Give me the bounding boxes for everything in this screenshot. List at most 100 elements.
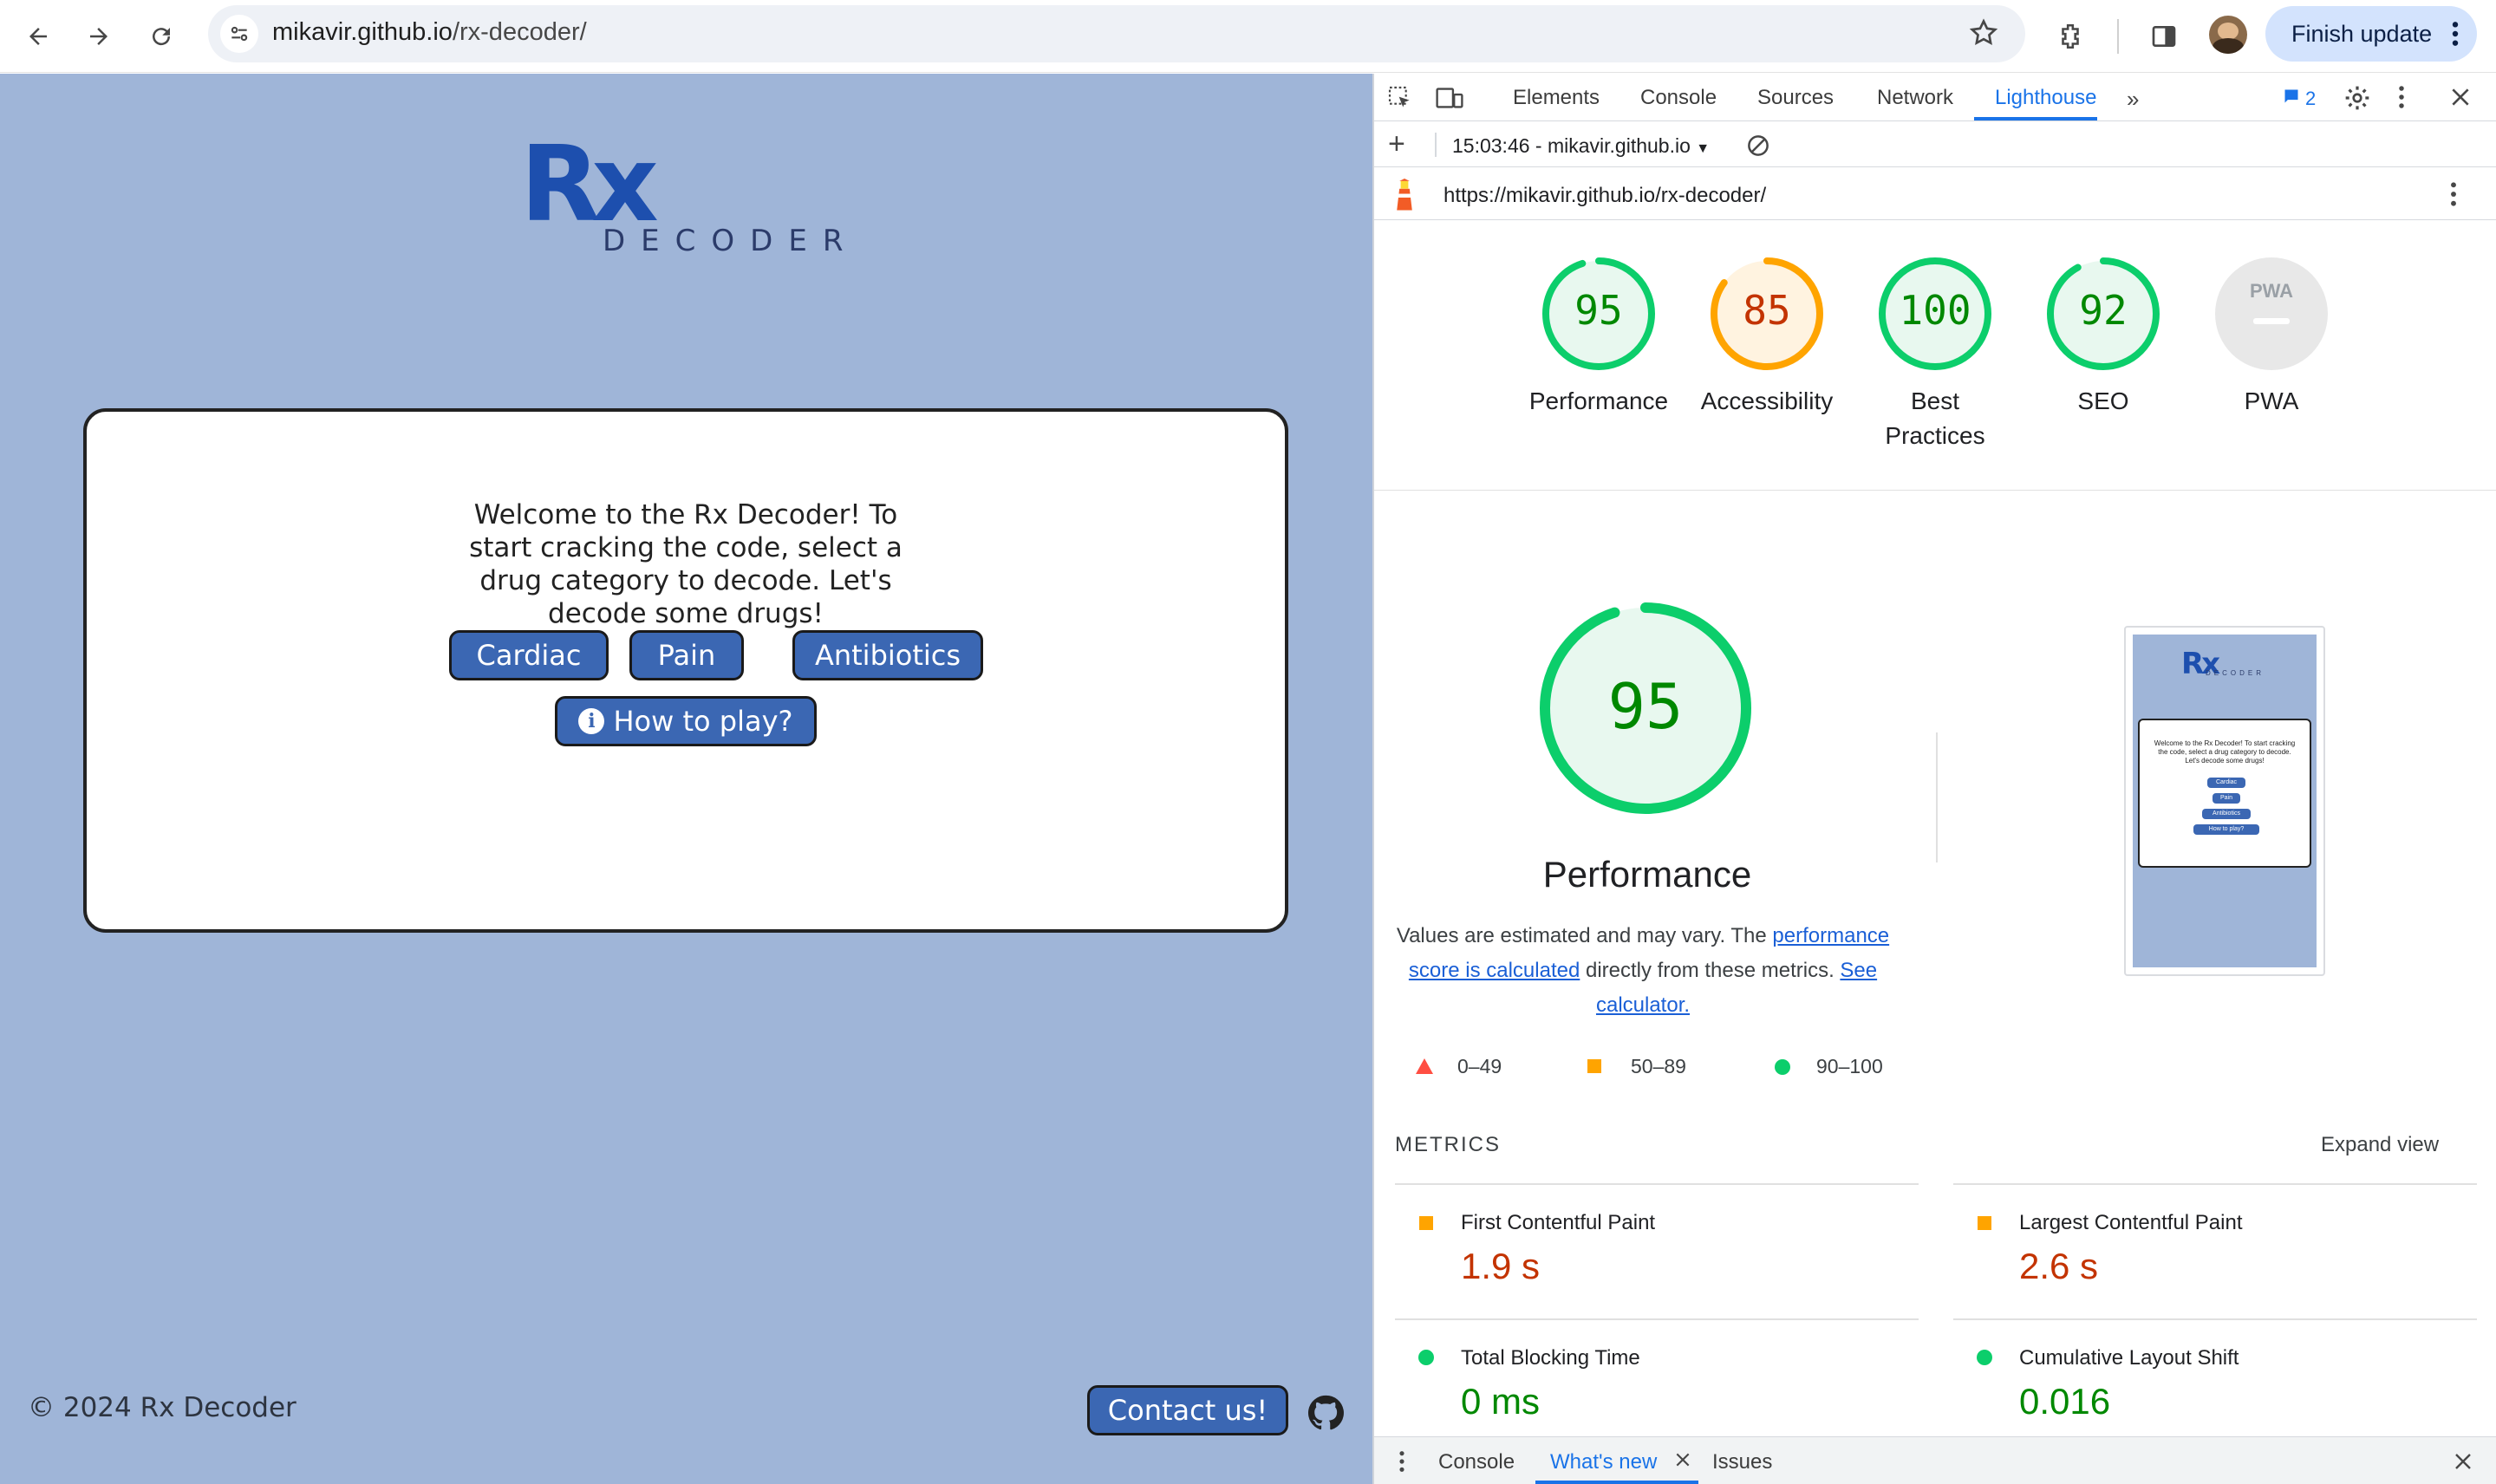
thumbnail-page: Rx DECODER Welcome to the Rx Decoder! To… <box>2133 635 2317 967</box>
bookmark-star-icon[interactable] <box>1968 17 1999 53</box>
fcp-value: 1.9 s <box>1461 1246 1541 1286</box>
gauge-best-practices[interactable]: 100 <box>1879 257 1991 370</box>
lighthouse-toolbar: + 15:03:46 - mikavir.github.io ▼ <box>1374 122 2496 167</box>
message-icon <box>2283 88 2300 110</box>
final-screenshot-thumbnail[interactable]: Rx DECODER Welcome to the Rx Decoder! To… <box>2124 626 2325 976</box>
device-toolbar-icon[interactable] <box>1435 84 1464 116</box>
thumbnail-logo-text: DECODER <box>2206 669 2265 677</box>
how-to-play-button[interactable]: i How to play? <box>555 696 817 746</box>
url-text: mikavir.github.io/rx-decoder/ <box>272 18 587 46</box>
tab-network[interactable]: Network <box>1877 86 1953 110</box>
toolbar-separator <box>1435 133 1437 157</box>
tab-sources[interactable]: Sources <box>1757 86 1834 110</box>
metrics-rule <box>1395 1318 1919 1320</box>
toolbar-divider <box>2117 19 2119 54</box>
tab-elements[interactable]: Elements <box>1513 86 1600 110</box>
legend-average: 50–89 <box>1631 1055 1686 1077</box>
report-selector[interactable]: 15:03:46 - mikavir.github.io ▼ <box>1452 134 1710 158</box>
side-panel-icon[interactable] <box>2145 17 2183 55</box>
cardiac-button[interactable]: Cardiac <box>449 630 609 680</box>
kebab-menu-icon <box>2451 20 2460 54</box>
tab-lighthouse[interactable]: Lighthouse <box>1995 86 2096 110</box>
drawer-tab-console[interactable]: Console <box>1438 1450 1515 1474</box>
gauge-pwa[interactable]: PWA <box>2215 257 2328 370</box>
report-url-bar: https://mikavir.github.io/rx-decoder/ <box>1374 168 2496 220</box>
pain-button[interactable]: Pain <box>629 630 744 680</box>
antibiotics-button[interactable]: Antibiotics <box>792 630 983 680</box>
copyright-text: © 2024 Rx Decoder <box>28 1392 297 1423</box>
issues-counter[interactable]: 2 <box>2283 88 2316 110</box>
metrics-rule <box>1953 1318 2477 1320</box>
github-icon[interactable] <box>1307 1395 1344 1435</box>
lcp-value: 2.6 s <box>2019 1246 2099 1286</box>
site-info-icon[interactable] <box>220 15 258 53</box>
score-performance: 95 <box>1574 287 1623 334</box>
contact-button[interactable]: Contact us! <box>1087 1385 1288 1435</box>
welcome-text: Welcome to the Rx Decoder! To start crac… <box>469 499 903 629</box>
welcome-card: Welcome to the Rx Decoder! To start crac… <box>83 408 1288 933</box>
metrics-heading: METRICS <box>1395 1133 1501 1156</box>
report-menu-icon[interactable] <box>2449 180 2458 212</box>
fail-triangle-icon <box>1416 1058 1433 1078</box>
inspect-element-icon[interactable] <box>1386 84 1414 116</box>
label-best-practices: Best Practices <box>1885 387 1985 449</box>
expand-view-toggle[interactable]: Expand view <box>2321 1133 2439 1157</box>
devtools-panel: Elements Console Sources Network Lightho… <box>1372 74 2496 1484</box>
drawer-tab-issues[interactable]: Issues <box>1712 1450 1772 1474</box>
legend-fail: 0–49 <box>1457 1055 1502 1077</box>
vertical-divider <box>1936 732 1938 862</box>
logo-rx: Rx <box>520 125 659 245</box>
rx-decoder-logo[interactable]: Rx DECODER <box>520 133 859 295</box>
forward-icon[interactable] <box>80 17 118 55</box>
label-accessibility: Accessibility <box>1700 387 1834 414</box>
gauge-seo[interactable]: 92 <box>2047 257 2160 370</box>
drawer-tab-whats-new[interactable]: What's new <box>1550 1450 1657 1474</box>
close-whats-new-icon[interactable] <box>1674 1451 1691 1473</box>
close-devtools-icon[interactable] <box>2449 86 2472 113</box>
tbt-label: Total Blocking Time <box>1461 1346 1640 1370</box>
performance-heading: Performance <box>1542 854 1752 895</box>
reload-icon[interactable] <box>142 17 180 55</box>
thumbnail-pain: Pain <box>2213 793 2240 804</box>
extensions-icon[interactable] <box>2051 17 2089 55</box>
gauge-performance[interactable]: 95 <box>1542 257 1655 370</box>
label-seo: SEO <box>2077 387 2129 414</box>
thumbnail-cardiac: Cardiac <box>2207 778 2245 788</box>
fcp-label: First Contentful Paint <box>1461 1211 1656 1234</box>
drawer-active-indicator <box>1535 1481 1698 1484</box>
pwa-dash <box>2253 318 2290 324</box>
web-page: Rx DECODER Welcome to the Rx Decoder! To… <box>0 74 1372 1484</box>
gauge-accessibility[interactable]: 85 <box>1711 257 1823 370</box>
cls-value: 0.016 <box>2019 1381 2111 1422</box>
average-square-icon <box>1587 1059 1601 1073</box>
devtools-menu-icon[interactable] <box>2397 84 2406 114</box>
close-drawer-icon[interactable] <box>2453 1451 2473 1476</box>
big-score: 95 <box>1607 670 1684 743</box>
tbt-value: 0 ms <box>1461 1381 1541 1422</box>
lcp-status-icon <box>1978 1216 1991 1230</box>
tab-console[interactable]: Console <box>1640 86 1717 110</box>
fcp-status-icon <box>1419 1216 1433 1230</box>
score-seo: 92 <box>2079 287 2128 334</box>
new-report-icon[interactable]: + <box>1388 129 1405 159</box>
settings-gear-icon[interactable] <box>2343 84 2371 116</box>
profile-avatar[interactable] <box>2209 16 2247 54</box>
thumbnail-how-to-play: How to play? <box>2193 824 2259 835</box>
logo-decoder: DECODER <box>603 224 859 258</box>
finish-update-button[interactable]: Finish update <box>2265 6 2477 62</box>
tbt-status-icon <box>1418 1350 1434 1365</box>
active-tab-indicator <box>1974 117 2097 120</box>
clear-reports-icon[interactable] <box>1745 133 1771 163</box>
thumbnail-antibiotics: Antibiotics <box>2202 809 2251 819</box>
more-tabs-icon[interactable]: » <box>2127 86 2139 113</box>
report-url: https://mikavir.github.io/rx-decoder/ <box>1444 184 1767 207</box>
score-best-practices: 100 <box>1899 287 1971 334</box>
cls-label: Cumulative Layout Shift <box>2019 1346 2239 1370</box>
cls-status-icon <box>1977 1350 1992 1365</box>
drawer-menu-icon[interactable] <box>1398 1449 1405 1478</box>
section-divider <box>1374 490 2496 491</box>
back-icon[interactable] <box>19 17 57 55</box>
big-performance-gauge: 95 <box>1540 602 1751 814</box>
address-bar[interactable]: mikavir.github.io/rx-decoder/ <box>208 5 2025 62</box>
devtools-tab-bar: Elements Console Sources Network Lightho… <box>1374 74 2496 121</box>
